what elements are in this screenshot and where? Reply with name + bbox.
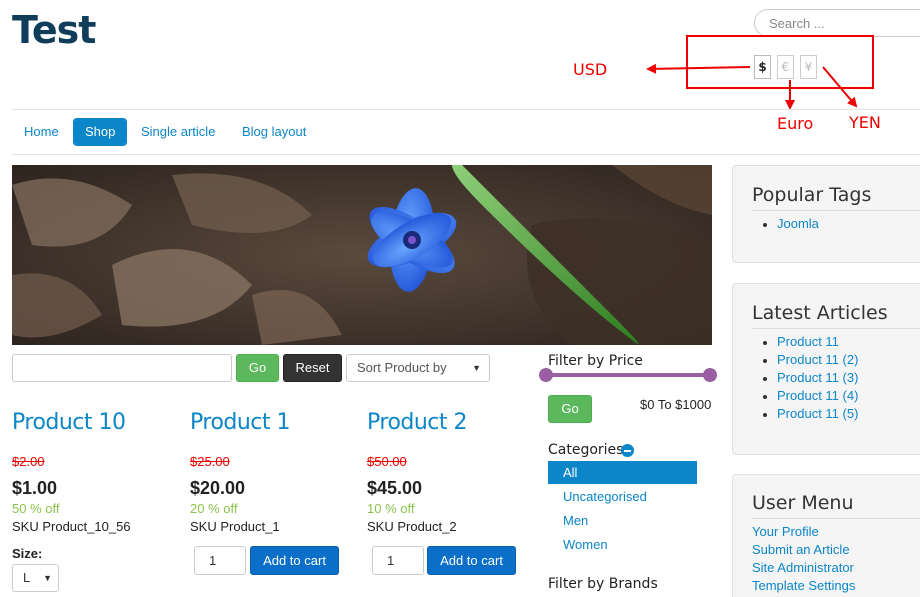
- module-divider: [752, 518, 920, 519]
- site-title[interactable]: Test: [12, 8, 96, 52]
- usd-annotation: USD: [573, 60, 608, 79]
- yen-annotation: YEN: [849, 113, 881, 132]
- currency-yen-button[interactable]: ¥: [800, 55, 817, 79]
- categories-heading: Categories: [548, 442, 624, 458]
- list-bullet: [763, 341, 767, 345]
- list-bullet: [763, 395, 767, 399]
- product-price: $1.00: [12, 478, 58, 498]
- nav-home[interactable]: Home: [12, 118, 71, 146]
- product-old-price: $25.00: [190, 454, 230, 469]
- category-item-uncategorised[interactable]: Uncategorised: [548, 485, 697, 508]
- user-menu-title: User Menu: [752, 492, 854, 514]
- product-discount: 20 % off: [190, 501, 238, 516]
- article-link[interactable]: Product 11 (3): [777, 370, 858, 385]
- nav-blog-layout[interactable]: Blog layout: [230, 118, 318, 146]
- module-divider: [752, 328, 920, 329]
- list-bullet: [763, 359, 767, 363]
- category-item-men[interactable]: Men: [548, 509, 697, 532]
- price-range-text: $0 To $1000: [640, 397, 712, 412]
- product-sku: SKU Product_1: [190, 519, 280, 534]
- product-price: $20.00: [190, 478, 246, 498]
- currency-euro-button[interactable]: €: [777, 55, 794, 79]
- price-slider-min-handle[interactable]: [539, 368, 553, 382]
- product-old-price: $50.00: [367, 454, 407, 469]
- price-slider-max-handle[interactable]: [703, 368, 717, 382]
- price-go-button[interactable]: Go: [548, 395, 592, 423]
- article-link[interactable]: Product 11 (5): [777, 406, 858, 421]
- filter-reset-button[interactable]: Reset: [283, 354, 342, 382]
- product-discount: 10 % off: [367, 501, 415, 516]
- euro-annotation: Euro: [777, 114, 814, 133]
- list-bullet: [763, 413, 767, 417]
- latest-articles-title: Latest Articles: [752, 302, 888, 324]
- chevron-down-icon: ▼: [43, 573, 52, 583]
- filter-price-heading: Filter by Price: [548, 353, 643, 369]
- product-sku: SKU Product_2: [367, 519, 457, 534]
- quantity-input[interactable]: 1: [194, 546, 246, 575]
- sort-product-select[interactable]: Sort Product by ▼: [346, 354, 490, 382]
- product-old-price: $2.00: [12, 454, 45, 469]
- chevron-down-icon: ▼: [472, 363, 481, 373]
- header-divider: [12, 109, 920, 110]
- add-to-cart-button[interactable]: Add to cart: [427, 546, 516, 575]
- user-menu-link[interactable]: Your Profile: [752, 524, 819, 539]
- sort-select-label: Sort Product by: [357, 360, 447, 375]
- product-discount: 50 % off: [12, 501, 60, 516]
- size-label: Size:: [12, 546, 43, 561]
- quantity-input[interactable]: 1: [372, 546, 424, 575]
- product-title[interactable]: Product 2: [367, 410, 468, 435]
- nav-shop[interactable]: Shop: [73, 118, 128, 146]
- user-menu-link[interactable]: Site Administrator: [752, 560, 854, 575]
- module-divider: [752, 210, 920, 211]
- tag-link[interactable]: Joomla: [777, 216, 819, 231]
- article-link[interactable]: Product 11 (4): [777, 388, 858, 403]
- add-to-cart-button[interactable]: Add to cart: [250, 546, 339, 575]
- category-item-all[interactable]: All: [548, 461, 697, 484]
- nav-single-article[interactable]: Single article: [129, 118, 227, 146]
- product-filter-input[interactable]: [12, 354, 232, 382]
- filter-go-button[interactable]: Go: [236, 354, 279, 382]
- search-input[interactable]: [754, 9, 920, 37]
- popular-tags-title: Popular Tags: [752, 184, 872, 206]
- list-bullet: [763, 223, 767, 227]
- article-link[interactable]: Product 11 (2): [777, 352, 858, 367]
- banner-image: [12, 165, 712, 345]
- user-menu-link[interactable]: Template Settings: [752, 578, 855, 593]
- collapse-minus-icon[interactable]: [621, 444, 634, 457]
- product-price: $45.00: [367, 478, 423, 498]
- nav-divider: [12, 154, 920, 155]
- product-title[interactable]: Product 10: [12, 410, 126, 435]
- product-sku: SKU Product_10_56: [12, 519, 131, 534]
- category-item-women[interactable]: Women: [548, 533, 697, 556]
- article-link[interactable]: Product 11: [777, 334, 839, 349]
- size-value: L: [23, 570, 31, 585]
- filter-brands-heading: Filter by Brands: [548, 576, 658, 592]
- currency-usd-button[interactable]: $: [754, 55, 771, 79]
- price-slider-track: [546, 373, 710, 377]
- list-bullet: [763, 377, 767, 381]
- product-title[interactable]: Product 1: [190, 410, 291, 435]
- popular-tags-module: [732, 165, 920, 263]
- size-select[interactable]: L ▼: [12, 564, 59, 592]
- user-menu-link[interactable]: Submit an Article: [752, 542, 850, 557]
